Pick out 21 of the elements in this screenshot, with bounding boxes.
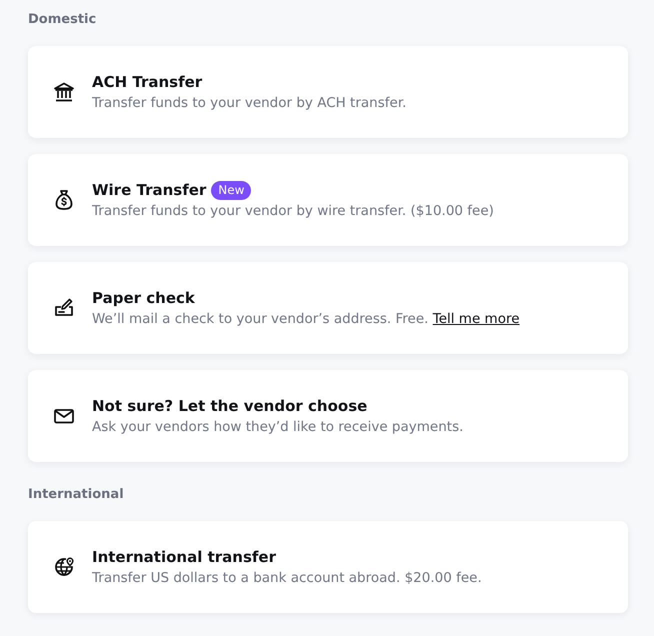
new-badge: New <box>211 180 252 200</box>
globe-with-pin-icon <box>52 555 76 579</box>
payment-method-card[interactable]: Paper check We’ll mail a check to your vendor’s address. Free. Tell me more <box>28 262 628 354</box>
method-title: Not sure? Let the vendor choose <box>92 396 368 417</box>
method-description: We’ll mail a check to your vendor’s address. Free. Tell me more <box>92 310 520 329</box>
method-description: Transfer funds to your vendor by wire transfer. ($10.00 fee) <box>92 202 494 221</box>
section-heading: Domestic <box>28 11 96 29</box>
method-title: ACH Transfer <box>92 72 202 93</box>
method-description: Ask your vendors how they’d like to receive payments. <box>92 418 464 437</box>
method-title: Wire Transfer <box>92 180 206 201</box>
payment-method-card[interactable]: Wire Transfer New Transfer funds to your vendor by wire transfer. ($10.00 fee) <box>28 154 628 246</box>
payment-method-card[interactable]: International transfer Transfer US dollars to a bank account abroad. $20.00 fee. <box>28 521 628 613</box>
method-description: Transfer US dollars to a bank account abroad. $20.00 fee. <box>92 569 482 588</box>
bank-icon <box>52 80 76 104</box>
method-title: Paper check <box>92 288 195 309</box>
section-heading: International <box>28 486 124 504</box>
method-title: International transfer <box>92 547 276 568</box>
tell-me-more-link[interactable]: Tell me more <box>432 311 520 327</box>
payment-method-card[interactable]: ACH Transfer Transfer funds to your vendor by ACH transfer. <box>28 46 628 138</box>
payment-method-card[interactable]: Not sure? Let the vendor choose Ask your vendors how they’d like to receive payments. <box>28 370 628 462</box>
method-description: Transfer funds to your vendor by ACH transfer. <box>92 94 406 113</box>
